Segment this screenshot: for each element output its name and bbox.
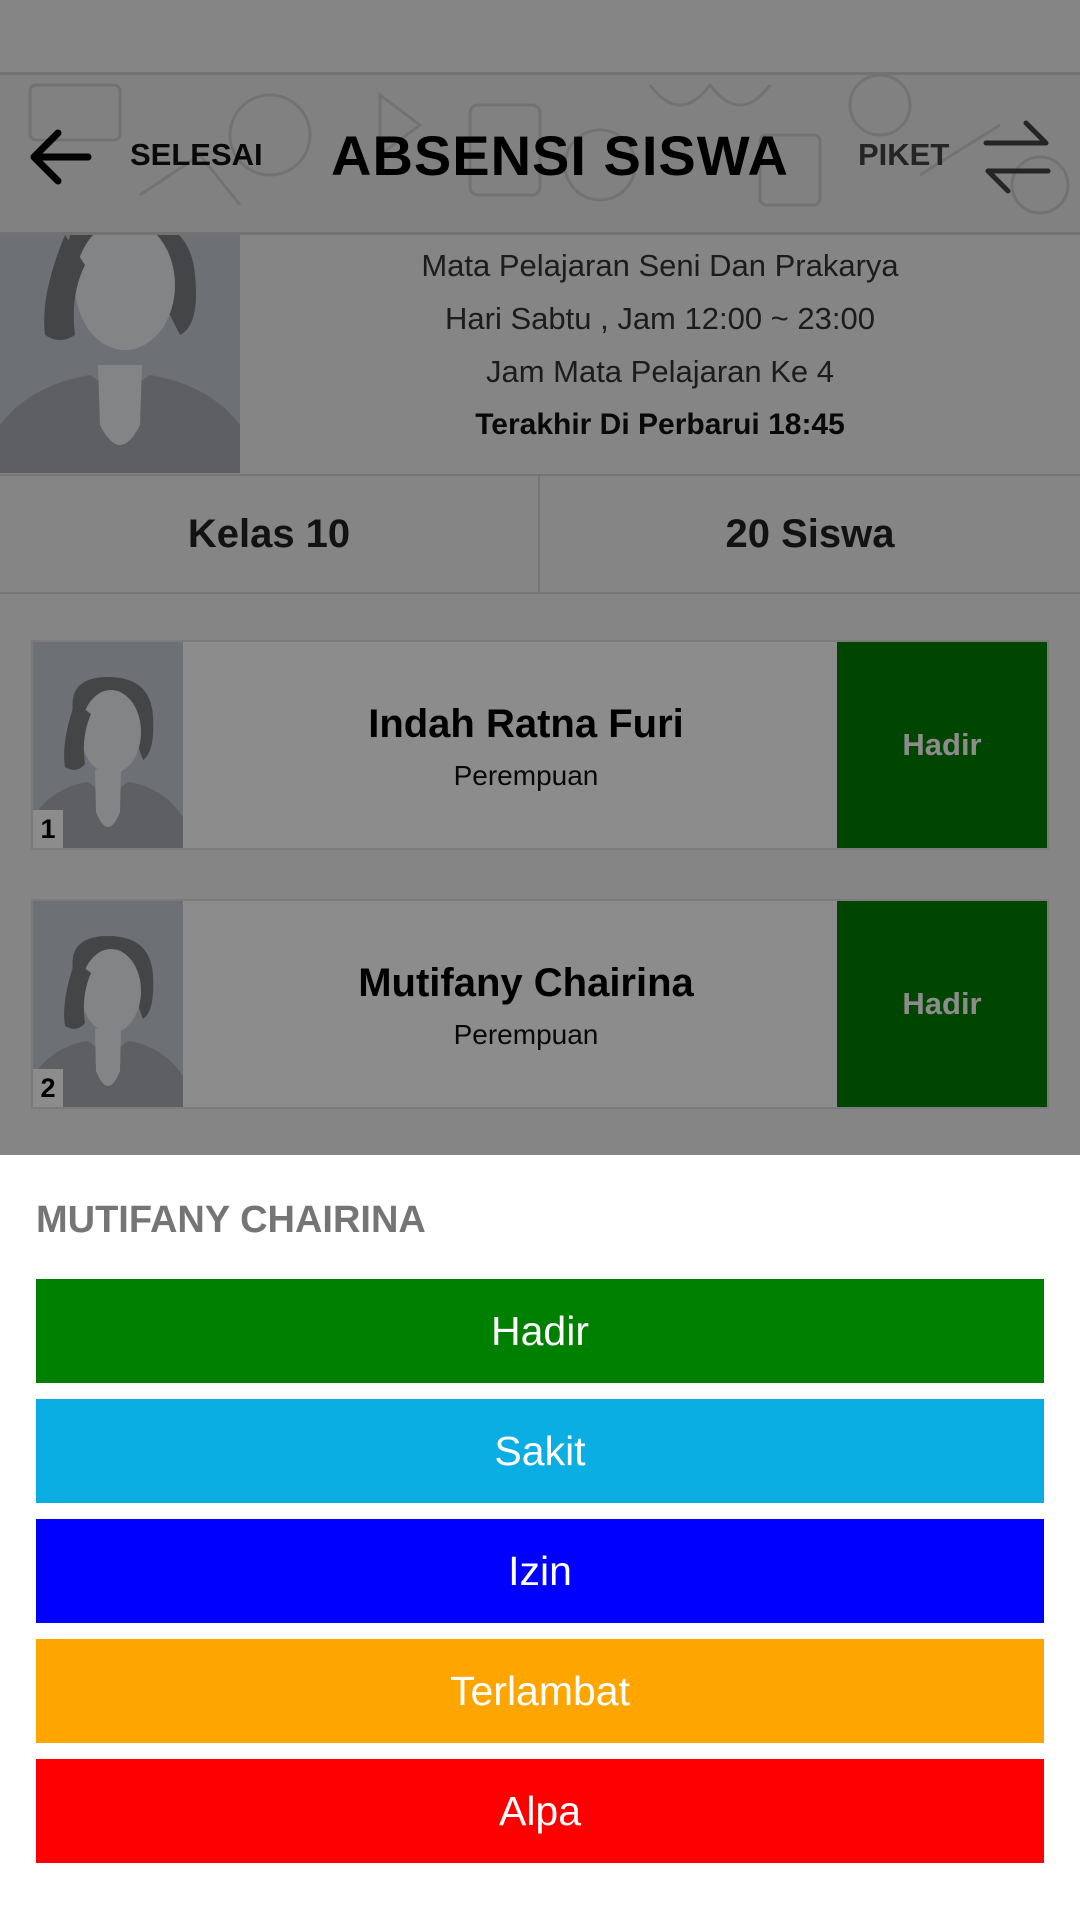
option-terlambat-button[interactable]: Terlambat: [36, 1639, 1044, 1743]
sheet-title: MUTIFANY CHAIRINA: [36, 1199, 426, 1241]
attendance-status-sheet: MUTIFANY CHAIRINA Hadir Sakit Izin Terla…: [0, 1155, 1080, 1920]
option-izin-button[interactable]: Izin: [36, 1519, 1044, 1623]
attendance-screen: SELESAI ABSENSI SISWA PIKET Mata Pelajar…: [0, 0, 1080, 1155]
modal-scrim[interactable]: [0, 0, 1080, 1155]
option-alpa-button[interactable]: Alpa: [36, 1759, 1044, 1863]
option-hadir-button[interactable]: Hadir: [36, 1279, 1044, 1383]
option-sakit-button[interactable]: Sakit: [36, 1399, 1044, 1503]
